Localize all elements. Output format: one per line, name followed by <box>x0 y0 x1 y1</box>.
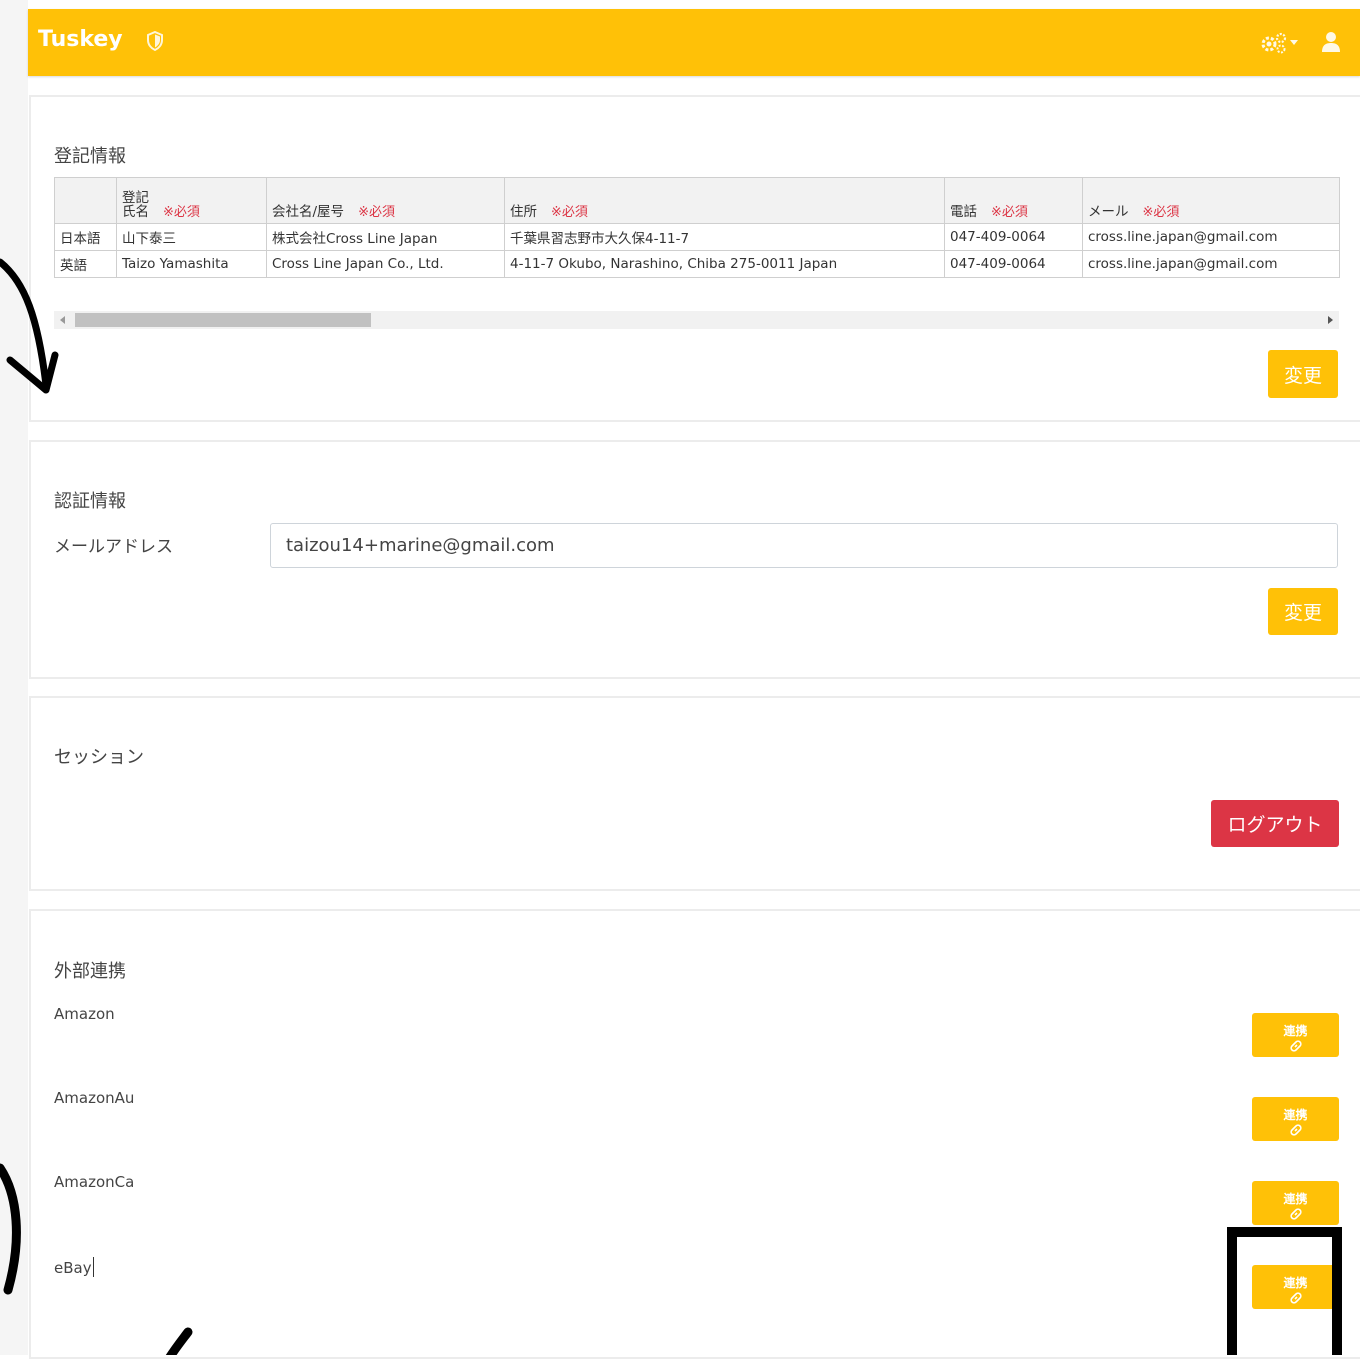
link-icon <box>1289 1208 1302 1220</box>
service-amazonca: AmazonCa <box>54 1173 135 1191</box>
amazon-link-button[interactable]: 連携 <box>1252 1013 1339 1057</box>
cell-name[interactable]: 山下泰三 <box>116 223 267 251</box>
header-address: 住所 ※必須 <box>504 177 945 224</box>
link-icon <box>1289 1040 1302 1052</box>
cell-name[interactable]: Taizo Yamashita <box>116 250 267 278</box>
scroll-left-icon[interactable] <box>60 316 65 324</box>
gears-icon[interactable] <box>1260 32 1288 54</box>
table-row: 英語 Taizo Yamashita Cross Line Japan Co.,… <box>54 250 1340 278</box>
logout-button[interactable]: ログアウト <box>1211 800 1339 847</box>
caret-down-icon[interactable] <box>1290 40 1298 46</box>
registration-card: 登記情報 登記 氏名 ※必須 会社名/屋号 ※必須 住所 ※必須 電話 ※必須 メール ※必… <box>29 95 1360 422</box>
header-phone: 電話 ※必須 <box>944 177 1083 224</box>
cell-lang: 英語 <box>54 250 117 278</box>
cell-email[interactable]: cross.line.japan@gmail.com <box>1082 223 1340 251</box>
registration-table: 登記 氏名 ※必須 会社名/屋号 ※必須 住所 ※必須 電話 ※必須 メール ※必須 日本語… <box>54 177 1340 278</box>
amazonca-link-button[interactable]: 連携 <box>1252 1181 1339 1225</box>
scrollbar-thumb[interactable] <box>75 313 371 327</box>
email-field[interactable] <box>270 523 1338 568</box>
registration-title: 登記情報 <box>54 146 126 167</box>
auth-change-button[interactable]: 変更 <box>1268 588 1338 635</box>
horizontal-scrollbar[interactable] <box>54 311 1339 329</box>
left-gutter <box>0 0 28 1355</box>
highlight-box <box>1227 1227 1342 1355</box>
cell-email[interactable]: cross.line.japan@gmail.com <box>1082 250 1340 278</box>
integrations-title: 外部連携 <box>54 961 126 982</box>
service-amazonau: AmazonAu <box>54 1089 135 1107</box>
session-card: セッション ログアウト <box>29 696 1360 891</box>
link-icon <box>1289 1124 1302 1136</box>
header-company: 会社名/屋号 ※必須 <box>266 177 505 224</box>
amazonau-link-button[interactable]: 連携 <box>1252 1097 1339 1141</box>
cell-lang: 日本語 <box>54 223 117 251</box>
header-email: メール ※必須 <box>1082 177 1340 224</box>
auth-card: 認証情報 メールアドレス 変更 <box>29 440 1360 679</box>
registration-change-button[interactable]: 変更 <box>1268 350 1338 398</box>
shield-icon <box>147 31 163 51</box>
service-amazon: Amazon <box>54 1005 115 1023</box>
table-row: 日本語 山下泰三 株式会社Cross Line Japan 千葉県習志野市大久保… <box>54 223 1340 251</box>
cell-phone[interactable]: 047-409-0064 <box>944 250 1083 278</box>
service-ebay: eBay <box>54 1257 94 1277</box>
session-title: セッション <box>54 747 144 768</box>
cell-company[interactable]: Cross Line Japan Co., Ltd. <box>266 250 505 278</box>
header-name: 登記 氏名 ※必須 <box>116 177 267 224</box>
table-header-row: 登記 氏名 ※必須 会社名/屋号 ※必須 住所 ※必須 電話 ※必須 メール ※必須 <box>54 177 1340 224</box>
auth-title: 認証情報 <box>54 491 126 512</box>
header-lang <box>54 177 117 224</box>
email-label: メールアドレス <box>54 537 173 557</box>
top-navbar: Tuskey <box>28 9 1360 76</box>
cell-phone[interactable]: 047-409-0064 <box>944 223 1083 251</box>
cell-address[interactable]: 4-11-7 Okubo, Narashino, Chiba 275-0011 … <box>504 250 945 278</box>
brand-logo[interactable]: Tuskey <box>38 27 123 52</box>
user-icon[interactable] <box>1321 31 1341 53</box>
cell-company[interactable]: 株式会社Cross Line Japan <box>266 223 505 251</box>
scroll-right-icon[interactable] <box>1328 316 1333 324</box>
text-cursor <box>92 1257 94 1277</box>
cell-address[interactable]: 千葉県習志野市大久保4-11-7 <box>504 223 945 251</box>
integrations-card: 外部連携 Amazon 連携 AmazonAu 連携 AmazonCa 連携 e… <box>29 909 1360 1359</box>
